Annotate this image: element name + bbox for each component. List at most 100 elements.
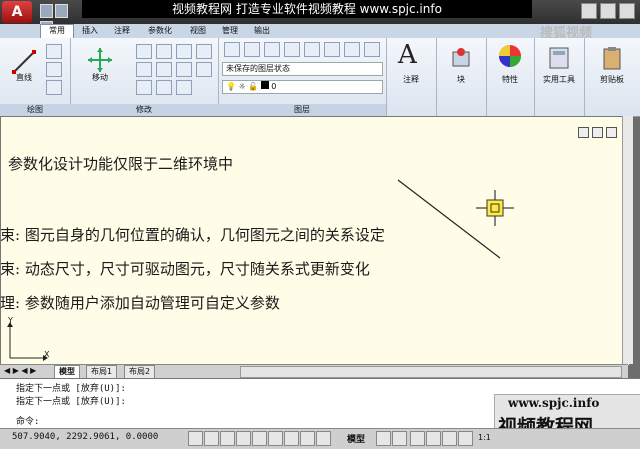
dynamic-input-icon[interactable] <box>300 431 315 446</box>
clipboard-panel: 剪贴板 <box>584 38 640 116</box>
move-tool-icon[interactable] <box>86 46 114 74</box>
scale-icon[interactable] <box>136 80 152 95</box>
layer-match-icon[interactable] <box>304 42 320 57</box>
tab-home[interactable]: 常用 <box>40 24 74 39</box>
arc-icon[interactable] <box>46 80 62 95</box>
tab-output[interactable]: 输出 <box>248 25 276 37</box>
color-wheel-icon[interactable] <box>496 42 524 70</box>
maximize-icon[interactable] <box>600 3 616 19</box>
mirror-icon[interactable] <box>136 62 152 77</box>
modify-panel-title[interactable]: 修改 <box>70 104 218 116</box>
line-button-label[interactable]: 直线 <box>0 72 48 83</box>
showmotion-icon[interactable] <box>458 431 473 446</box>
coordinate-readout: 507.9040, 2292.9061, 0.0000 <box>12 432 159 442</box>
drawn-line <box>397 179 501 259</box>
layers-panel-title[interactable]: 图层 <box>218 104 386 116</box>
video-banner: 视频教程网 打造专业软件视频教程 www.spjc.info <box>82 0 532 18</box>
circle-icon[interactable] <box>46 62 62 77</box>
minimize-icon[interactable] <box>581 3 597 19</box>
command-prompt: 命令: <box>16 417 40 427</box>
tab-view[interactable]: 视图 <box>184 25 212 37</box>
polar-tracking-icon[interactable] <box>236 431 251 446</box>
model-space-button[interactable]: 模型 <box>347 432 365 445</box>
tab-annotate[interactable]: 注释 <box>108 25 136 37</box>
command-input[interactable] <box>52 413 482 425</box>
object-snap-tracking-icon[interactable] <box>268 431 283 446</box>
command-history-line: 指定下一点或 [放弃(U)]: <box>16 384 126 394</box>
vertical-scrollbar[interactable] <box>622 116 633 364</box>
object-snap-icon[interactable] <box>252 431 267 446</box>
copy-icon[interactable] <box>196 44 212 59</box>
clipboard-icon[interactable] <box>598 44 626 72</box>
crosshair-cursor-icon <box>476 190 514 226</box>
explode-icon[interactable] <box>176 62 192 77</box>
tab-manage[interactable]: 管理 <box>216 25 244 37</box>
new-file-icon[interactable] <box>40 4 53 18</box>
unlock-icon: 🔓 <box>248 82 259 91</box>
block-label[interactable]: 块 <box>436 74 486 85</box>
quick-view-layouts-icon[interactable] <box>376 431 391 446</box>
steering-wheel-icon[interactable] <box>442 431 457 446</box>
polyline-icon[interactable] <box>46 44 62 59</box>
sun-icon: ☼ <box>238 82 246 91</box>
text-tool-icon[interactable]: A <box>398 40 417 70</box>
layer-previous-icon[interactable] <box>324 42 340 57</box>
rotate-icon[interactable] <box>136 44 152 59</box>
quick-access-toolbar <box>40 4 80 35</box>
tab-layout1[interactable]: 布局1 <box>86 365 118 379</box>
layer-isolate-icon[interactable] <box>244 42 260 57</box>
dynamic-ucs-icon[interactable] <box>284 431 299 446</box>
tab-nav-arrows[interactable]: ◀ ▶ ◀ ▶ <box>4 366 36 375</box>
layer-walk-icon[interactable] <box>344 42 360 57</box>
lightbulb-icon: 💡 <box>226 82 236 91</box>
annotation-scale[interactable]: 1:1 <box>478 433 491 442</box>
horizontal-scrollbar[interactable] <box>240 366 622 378</box>
annotation-panel: A 注释 <box>386 38 437 116</box>
properties-label[interactable]: 特性 <box>485 74 535 85</box>
block-icon[interactable] <box>447 44 475 72</box>
viewport-restore-icon[interactable] <box>592 127 603 138</box>
tab-model[interactable]: 模型 <box>54 365 80 379</box>
block-panel: 块 <box>436 38 487 116</box>
watermark-url: www.spjc.info <box>508 396 600 410</box>
current-layer-dropdown[interactable]: 💡 ☼ 🔓 0 <box>222 80 383 94</box>
zoom-icon[interactable] <box>426 431 441 446</box>
properties-panel: 特性 <box>486 38 535 116</box>
layer-properties-icon[interactable] <box>224 42 240 57</box>
layer-merge-icon[interactable] <box>364 42 380 57</box>
layer-color-swatch <box>260 81 269 89</box>
trim-icon[interactable] <box>156 44 172 59</box>
viewport-close-icon[interactable] <box>606 127 617 138</box>
erase-icon[interactable] <box>176 44 192 59</box>
tab-insert[interactable]: 插入 <box>76 25 104 37</box>
pan-icon[interactable] <box>410 431 425 446</box>
quick-view-drawings-icon[interactable] <box>392 431 407 446</box>
application-menu-button[interactable]: A <box>2 1 32 23</box>
tab-parametric[interactable]: 参数化 <box>140 25 180 37</box>
viewport-minimize-icon[interactable] <box>578 127 589 138</box>
clipboard-label[interactable]: 剪贴板 <box>587 74 637 85</box>
draw-panel-title[interactable]: 绘图 <box>0 104 70 116</box>
array-icon[interactable] <box>156 80 172 95</box>
stretch-icon[interactable] <box>196 62 212 77</box>
lineweight-icon[interactable] <box>316 431 331 446</box>
open-file-icon[interactable] <box>55 4 68 18</box>
fillet-icon[interactable] <box>156 62 172 77</box>
close-icon[interactable] <box>619 3 635 19</box>
grid-mode-icon[interactable] <box>204 431 219 446</box>
move-button-label[interactable]: 移动 <box>75 72 125 83</box>
offset-icon[interactable] <box>176 80 192 95</box>
calculator-icon[interactable] <box>545 44 573 72</box>
layer-freeze-icon[interactable] <box>264 42 280 57</box>
ortho-mode-icon[interactable] <box>220 431 235 446</box>
layer-state-dropdown[interactable]: 未保存的图层状态 <box>222 62 383 76</box>
snap-mode-icon[interactable] <box>188 431 203 446</box>
viewport-controls <box>575 127 617 141</box>
utilities-panel: 实用工具 <box>534 38 585 116</box>
drawing-text-line: 束: 动态尺寸，尺寸可驱动图元，尺寸随关系式更新变化 <box>0 260 370 278</box>
tab-layout2[interactable]: 布局2 <box>124 365 156 379</box>
utilities-label[interactable]: 实用工具 <box>534 74 584 85</box>
layer-lock-icon[interactable] <box>284 42 300 57</box>
window-controls <box>578 3 638 19</box>
annotation-label[interactable]: 注释 <box>386 74 436 85</box>
